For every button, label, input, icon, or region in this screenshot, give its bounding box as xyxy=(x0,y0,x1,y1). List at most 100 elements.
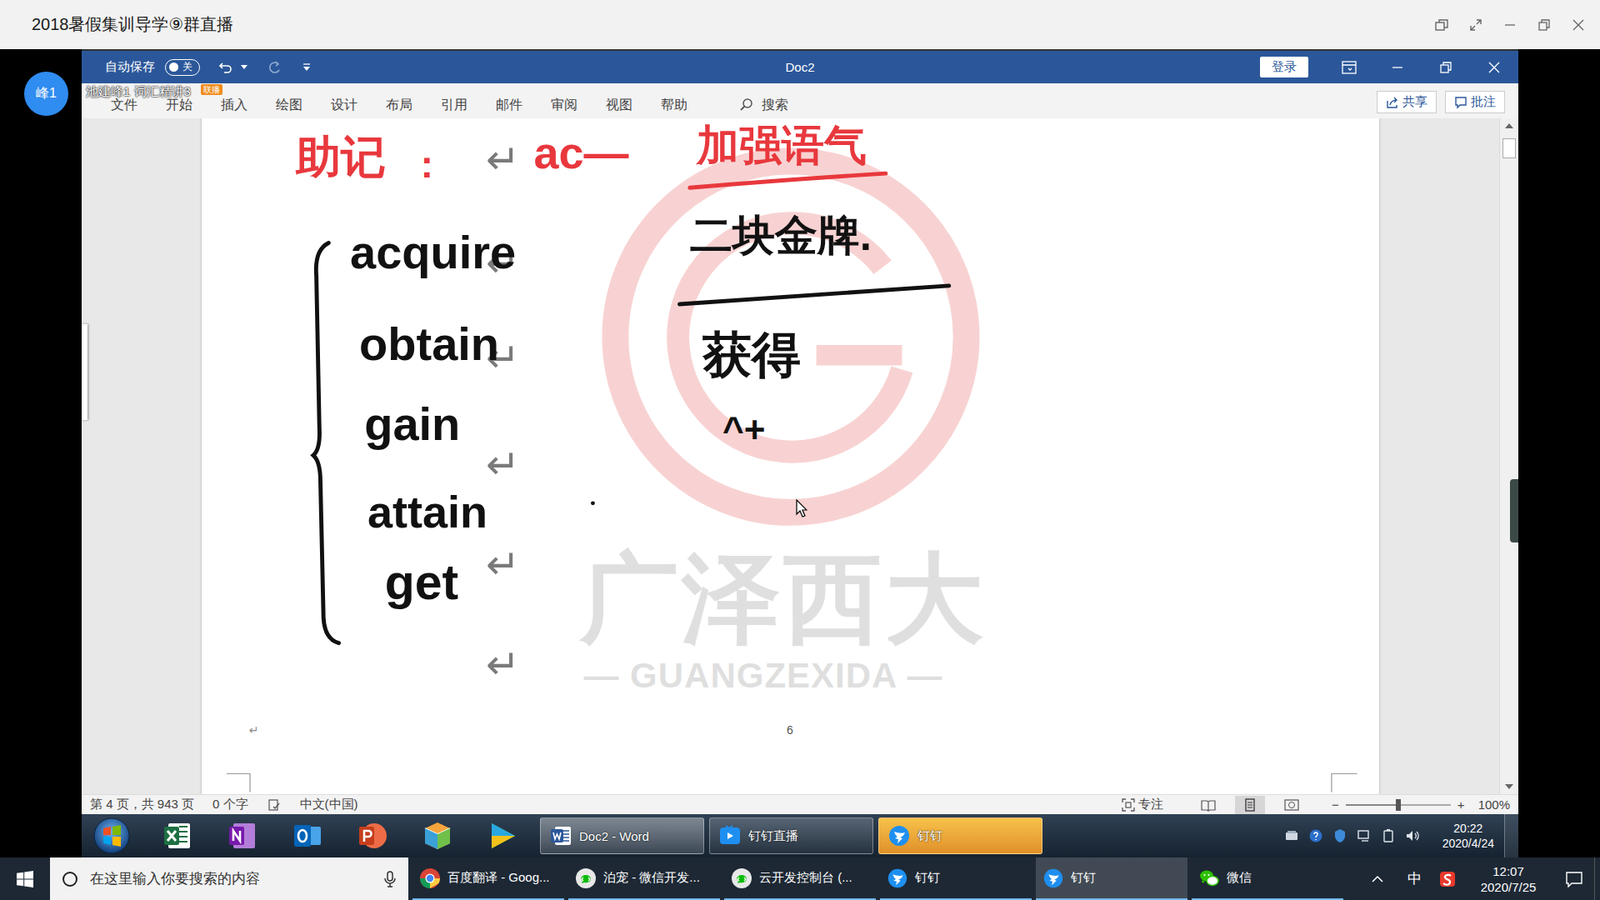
show-desktop[interactable] xyxy=(1594,857,1600,900)
ribbon-tab[interactable]: 绘图 xyxy=(261,96,317,114)
tell-me-search[interactable]: 搜索 xyxy=(738,96,789,114)
handwritten-note: acquire xyxy=(350,226,516,279)
wxdev-icon xyxy=(730,867,753,890)
inner-clock[interactable]: 20:222020/4/24 xyxy=(1432,820,1505,851)
taskbar-window-button[interactable]: 钉钉 xyxy=(878,817,1043,855)
tray-icon[interactable] xyxy=(1404,827,1421,845)
ime-indicator[interactable]: 中 xyxy=(1395,857,1433,900)
taskbar-app-button[interactable]: 百度翻译 - Goog... xyxy=(412,857,565,900)
ribbon-tab[interactable]: 插入 xyxy=(206,96,262,114)
ribbon-tab[interactable]: 引用 xyxy=(426,96,482,114)
autosave-toggle[interactable]: 关 xyxy=(165,59,200,76)
collapsed-panel-tab[interactable] xyxy=(81,324,88,420)
undo-icon[interactable] xyxy=(215,55,237,80)
minimize-icon[interactable] xyxy=(1492,8,1527,42)
minimize-icon[interactable] xyxy=(1373,50,1422,84)
excel-icon[interactable] xyxy=(145,815,210,857)
taskbar-app-button[interactable]: 云开发控制台 (... xyxy=(724,857,876,900)
ribbon-tab[interactable]: 审阅 xyxy=(536,96,592,114)
clock-time: 20:22 xyxy=(1453,820,1483,836)
customize-icon[interactable] xyxy=(298,55,315,80)
spacer xyxy=(1343,857,1360,900)
tab-label: 布局 xyxy=(385,96,413,114)
word-count[interactable]: 0 个字 xyxy=(212,796,249,813)
zoom-out-button[interactable]: − xyxy=(1331,797,1340,812)
read-view-icon[interactable] xyxy=(1193,795,1224,815)
windows-start-icon[interactable] xyxy=(0,857,50,900)
share-button[interactable]: 共享 xyxy=(1376,90,1437,114)
tray-icon[interactable] xyxy=(1331,827,1349,845)
taskbar-app-button[interactable]: 钉钉 xyxy=(1035,857,1188,900)
scroll-thumb[interactable] xyxy=(1502,138,1516,159)
wechat-icon xyxy=(1198,867,1220,890)
microphone-icon[interactable] xyxy=(383,870,397,889)
handwritten-note: 获得 xyxy=(702,328,801,383)
page-count[interactable]: 第 4 页，共 943 页 xyxy=(90,796,195,813)
ribbon-tab[interactable]: 设计 xyxy=(316,96,372,114)
sogou-input-icon[interactable] xyxy=(1432,857,1463,900)
comment-button[interactable]: 批注 xyxy=(1445,90,1505,114)
zoom-level[interactable]: 100% xyxy=(1478,797,1510,812)
print-view-icon[interactable] xyxy=(1235,795,1265,815)
word-title-bar: 自动保存关Doc2登录 xyxy=(81,50,1519,84)
app-title-bar: 2018暑假集训导学⑨群直播 xyxy=(0,0,1600,50)
live-area: 峰1 自动保存关Doc2登录文件开始插入绘图设计布局引用邮件审阅视图帮助 搜索 共享批… xyxy=(0,49,1600,858)
undo-dropdown-icon[interactable] xyxy=(240,55,249,80)
pin-window-icon[interactable] xyxy=(1424,8,1459,42)
zoom-in-button[interactable]: + xyxy=(1457,797,1465,812)
maximize-icon[interactable] xyxy=(1526,8,1561,42)
watermark-latin: — GUANGZEXIDA — xyxy=(583,658,943,694)
zoom-thumb[interactable] xyxy=(1395,799,1401,811)
taskbar-window-button[interactable]: Doc2 - Word xyxy=(540,817,705,855)
tray-overflow-icon[interactable] xyxy=(1359,857,1396,900)
taskbar-window-button[interactable]: 钉钉直播 xyxy=(709,817,874,855)
redo-icon xyxy=(263,55,285,80)
tray-icon[interactable] xyxy=(1380,827,1397,845)
ribbon-display-icon[interactable] xyxy=(1325,50,1374,84)
ribbon-tab[interactable]: 邮件 xyxy=(481,96,537,114)
ribbon-tab[interactable]: 帮助 xyxy=(646,96,702,114)
package-icon[interactable] xyxy=(405,815,470,857)
login-label: 登录 xyxy=(1271,59,1297,75)
close-icon[interactable] xyxy=(1470,50,1519,84)
share-icon xyxy=(1385,95,1400,110)
tab-label: 邮件 xyxy=(495,96,523,114)
close-icon[interactable] xyxy=(1560,8,1595,42)
scroll-down-icon[interactable] xyxy=(1504,782,1515,791)
tray-icon[interactable] xyxy=(1307,827,1325,845)
fullscreen-icon[interactable] xyxy=(1458,8,1493,42)
ribbon-tab[interactable]: 开始 xyxy=(151,96,207,114)
ribbon-tab[interactable]: 视图 xyxy=(591,96,647,114)
taskbar-app-button[interactable]: 微信 xyxy=(1191,857,1344,900)
focus-button[interactable]: 专注 xyxy=(1121,796,1164,813)
proofing-icon[interactable] xyxy=(266,797,282,813)
screen-share: 自动保存关Doc2登录文件开始插入绘图设计布局引用邮件审阅视图帮助搜索共享批注广… xyxy=(81,49,1519,858)
powerpoint-icon[interactable] xyxy=(340,815,405,857)
player-icon[interactable] xyxy=(470,815,535,857)
outlook-icon[interactable] xyxy=(275,815,340,857)
taskbar-app-button[interactable]: 泊宠 - 微信开发... xyxy=(568,857,720,900)
clock-time: 12:07 xyxy=(1492,863,1525,880)
language[interactable]: 中文(中国) xyxy=(300,796,359,813)
start-orb-icon[interactable] xyxy=(88,815,135,857)
restore-icon[interactable] xyxy=(1421,50,1470,84)
web-view-icon[interactable] xyxy=(1276,795,1307,815)
clock[interactable]: 12:072020/7/25 xyxy=(1462,857,1555,900)
side-handle[interactable] xyxy=(1510,479,1519,543)
scroll-up-icon[interactable] xyxy=(1504,121,1515,130)
taskbar-search[interactable]: 在这里输入你要搜索的内容 xyxy=(50,857,409,900)
ribbon-tab[interactable]: 文件 xyxy=(96,96,152,114)
notification-icon[interactable] xyxy=(1554,857,1595,900)
show-desktop[interactable] xyxy=(1504,814,1519,858)
presenter-avatar[interactable]: 峰1 xyxy=(24,71,69,116)
vertical-scrollbar[interactable] xyxy=(1499,118,1519,795)
zoom-track[interactable] xyxy=(1345,804,1451,806)
onenote-icon[interactable] xyxy=(210,815,275,857)
tray-icon[interactable] xyxy=(1355,827,1373,845)
ribbon-tab[interactable]: 布局 xyxy=(371,96,427,114)
login-button[interactable]: 登录 xyxy=(1260,56,1309,78)
page-number: 6 xyxy=(786,724,794,736)
window-label: 钉钉直播 xyxy=(748,828,799,845)
tray-icon[interactable] xyxy=(1283,827,1300,845)
taskbar-app-button[interactable]: 钉钉 xyxy=(880,857,1032,900)
